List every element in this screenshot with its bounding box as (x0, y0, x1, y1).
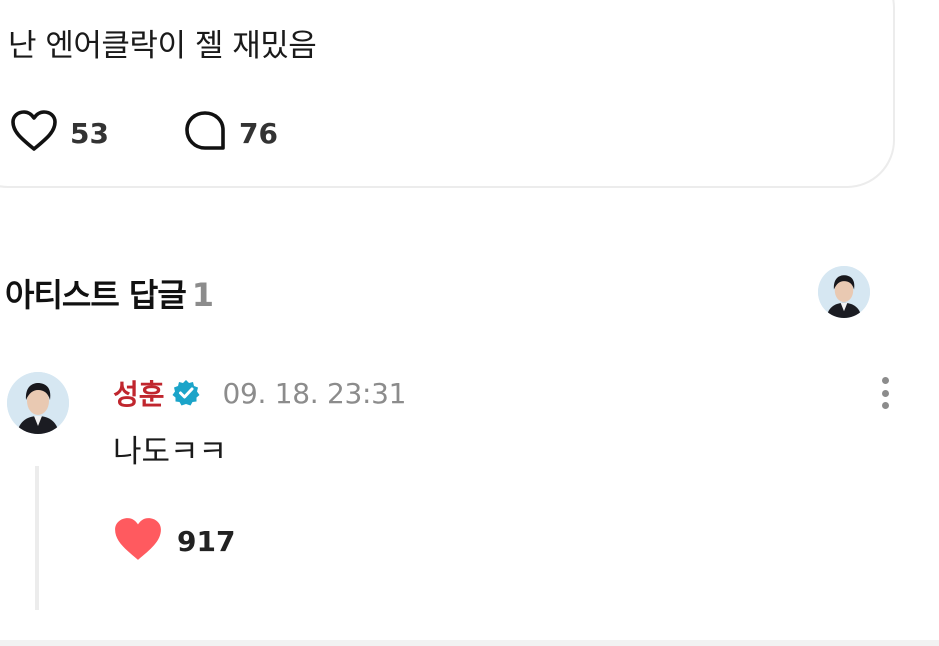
reply-like-button[interactable]: 917 (113, 516, 235, 566)
reply-author-avatar[interactable] (7, 372, 69, 434)
heart-outline-icon (10, 109, 58, 157)
artist-replies-heading: 아티스트 답글 1 (5, 270, 214, 316)
post-like-button[interactable]: 53 (10, 110, 109, 156)
section-divider (0, 640, 939, 646)
verified-badge-icon (171, 378, 201, 408)
reply-like-count: 917 (177, 524, 236, 558)
artist-replies-count: 1 (191, 276, 214, 314)
post-text: 난 엔어클락이 젤 재밌음 (8, 28, 317, 64)
reply-timestamp: 09. 18. 23:31 (222, 376, 407, 410)
more-options-icon[interactable] (875, 374, 895, 412)
reply-header: 성훈 09. 18. 23:31 (113, 374, 406, 412)
reply-text: 나도ㅋㅋ (113, 434, 228, 470)
artist-avatar[interactable] (818, 266, 870, 318)
reply-author-name[interactable]: 성훈 (113, 373, 165, 413)
post-like-count: 53 (70, 116, 109, 150)
artist-replies-title: 아티스트 답글 (5, 276, 187, 314)
post-comment-button[interactable]: 76 (183, 110, 278, 156)
heart-filled-icon (113, 516, 163, 566)
speech-bubble-icon (183, 109, 227, 157)
post-comment-count: 76 (239, 116, 278, 150)
reply-thread-line (35, 466, 39, 610)
